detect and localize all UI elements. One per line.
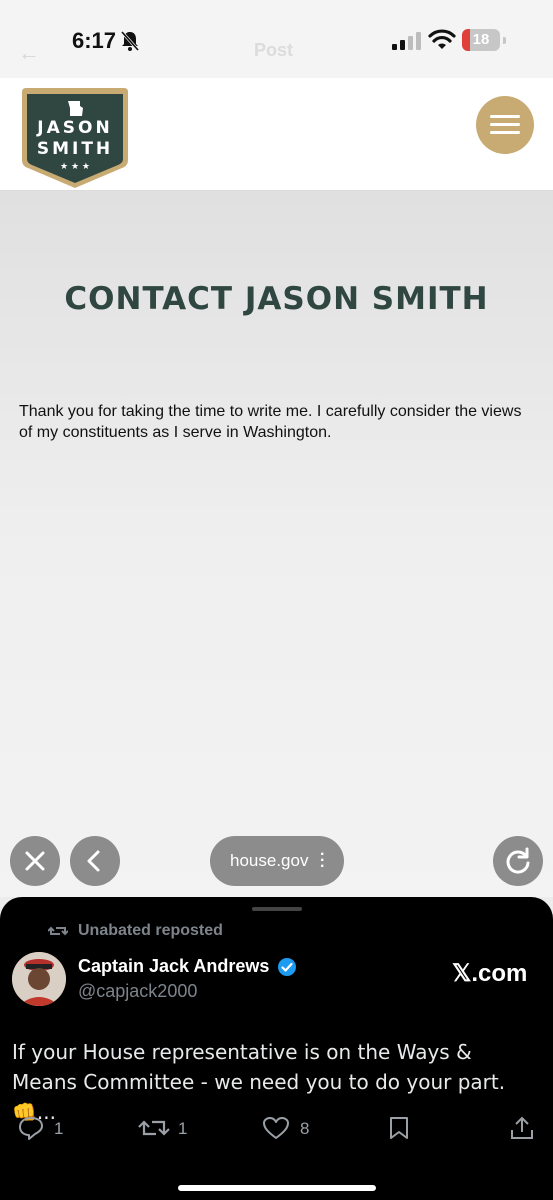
- like-count: 8: [300, 1119, 310, 1138]
- cellular-signal-icon: [392, 32, 421, 50]
- jason-smith-logo[interactable]: JASON SMITH ★ ★ ★: [18, 86, 132, 190]
- bookmark-button[interactable]: [388, 1116, 410, 1140]
- back-button[interactable]: [70, 836, 120, 886]
- svg-text:JASON: JASON: [36, 118, 112, 138]
- like-button[interactable]: 8: [262, 1116, 309, 1140]
- battery-indicator: 18: [462, 29, 500, 51]
- battery-level: 18: [472, 31, 490, 48]
- ghost-back-arrow-icon: ←: [18, 40, 40, 65]
- share-icon: [511, 1116, 533, 1139]
- x-com-link[interactable]: 𝕏.com: [452, 959, 527, 988]
- thank-you-message: Thank you for taking the time to write m…: [19, 403, 522, 441]
- repost-count: 1: [178, 1119, 188, 1138]
- author-avatar[interactable]: [12, 952, 66, 1006]
- heart-icon: [263, 1117, 289, 1139]
- bookmark-icon: [390, 1117, 408, 1139]
- wifi-icon: [428, 29, 456, 49]
- hamburger-line: [490, 131, 520, 134]
- close-icon: [25, 851, 45, 871]
- repost-button[interactable]: 1: [138, 1116, 187, 1140]
- chevron-left-icon: [87, 850, 100, 872]
- site-header: JASON SMITH ★ ★ ★: [0, 78, 553, 191]
- bell-muted-icon: [120, 31, 140, 51]
- page-content: CONTACT JASON SMITH Thank you for taking…: [0, 191, 553, 897]
- author-handle[interactable]: @capjack2000: [78, 981, 197, 1002]
- close-browser-button[interactable]: [10, 836, 60, 886]
- repost-icon: [138, 1120, 170, 1136]
- ghost-post-title: Post: [254, 40, 294, 60]
- author-name[interactable]: Captain Jack Andrews: [78, 956, 269, 977]
- reload-icon: [506, 847, 530, 874]
- svg-text:★ ★ ★: ★ ★ ★: [60, 162, 90, 172]
- url-bar[interactable]: house.gov · · ·: [210, 836, 344, 886]
- status-bar: ← Post 6:17 18: [0, 0, 553, 78]
- verified-badge-icon: [278, 958, 296, 976]
- page-title: CONTACT JASON SMITH: [64, 281, 489, 317]
- home-indicator[interactable]: [178, 1185, 376, 1191]
- hamburger-icon: [490, 115, 520, 118]
- svg-text:SMITH: SMITH: [37, 139, 113, 159]
- hamburger-menu-button[interactable]: [476, 96, 534, 154]
- tweet-text[interactable]: If your House representative is on the W…: [12, 1037, 542, 1127]
- sheet-grabber[interactable]: [252, 907, 302, 911]
- more-options-icon[interactable]: · · ·: [320, 847, 325, 875]
- reload-button[interactable]: [493, 836, 543, 886]
- repost-indicator: Unabated reposted: [48, 922, 223, 940]
- reply-icon: [19, 1117, 43, 1140]
- reply-count: 1: [54, 1119, 64, 1138]
- url-text: house.gov: [230, 851, 309, 870]
- tweet-sheet: Unabated reposted Captain Jack Andrews @…: [0, 897, 553, 1200]
- reply-button[interactable]: 1: [18, 1116, 63, 1140]
- status-time: 6:17: [72, 28, 117, 53]
- share-button[interactable]: [510, 1116, 534, 1140]
- repost-small-icon: [48, 926, 68, 936]
- repost-label: Unabated reposted: [78, 922, 223, 939]
- battery-nub: [503, 37, 506, 44]
- hamburger-line: [490, 123, 520, 126]
